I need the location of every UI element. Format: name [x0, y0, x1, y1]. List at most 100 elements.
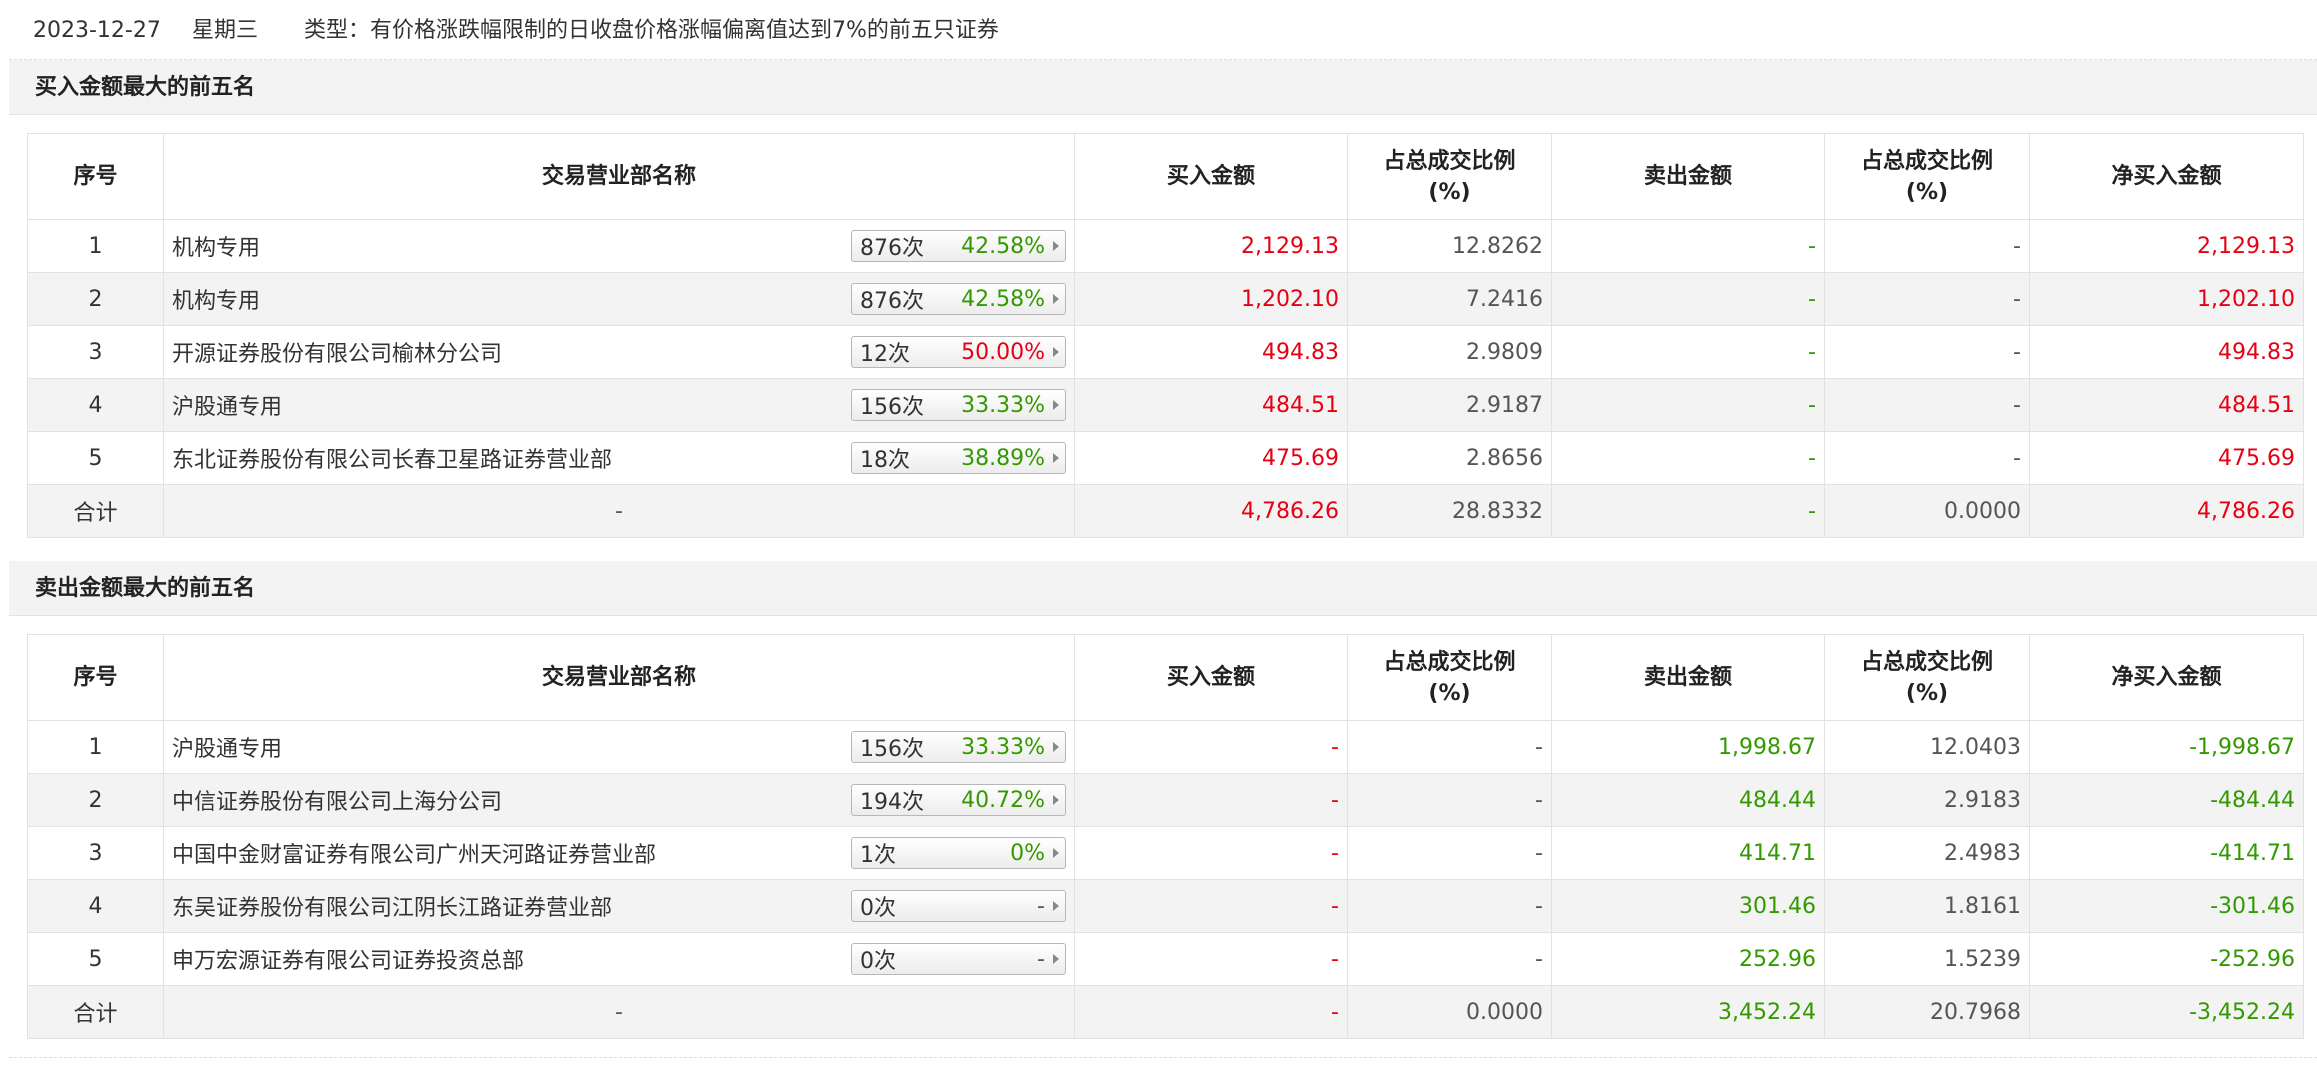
- buy-amount: -: [1074, 720, 1348, 774]
- dept-stats-button[interactable]: 12次 50.00%: [851, 336, 1066, 368]
- dept-name-link[interactable]: 申万宏源证券有限公司证券投资总部: [172, 943, 524, 975]
- row-index: 4: [27, 879, 164, 933]
- dept-name-link[interactable]: 开源证券股份有限公司榆林分公司: [172, 336, 502, 368]
- dept-stats-button[interactable]: 876次 42.58%: [851, 283, 1066, 315]
- caret-right-icon: [1053, 241, 1059, 251]
- sell-ratio: 1.5239: [1824, 932, 2030, 986]
- dept-stats-button[interactable]: 1次 0%: [851, 837, 1066, 869]
- bottom-divider: [9, 1057, 2317, 1058]
- total-buy-ratio: 0.0000: [1347, 985, 1552, 1039]
- sell-amount: -: [1551, 272, 1825, 326]
- buy-ratio: 2.9809: [1347, 325, 1552, 379]
- buy-ratio: 2.9187: [1347, 378, 1552, 432]
- row-index: 5: [27, 431, 164, 485]
- dept-cell: 申万宏源证券有限公司证券投资总部 0次 -: [163, 932, 1075, 986]
- dept-cell: 机构专用 876次 42.58%: [163, 272, 1075, 326]
- dept-stats-button[interactable]: 18次 38.89%: [851, 442, 1066, 474]
- row-index: 2: [27, 272, 164, 326]
- col-sell: 卖出金额: [1551, 133, 1825, 220]
- col-buy-ratio: 占总成交比例 (%): [1347, 133, 1552, 220]
- dept-name-link[interactable]: 中国中金财富证券有限公司广州天河路证券营业部: [172, 837, 656, 869]
- win-rate: 40.72%: [961, 787, 1045, 813]
- buy-top5-table: 序号 交易营业部名称 买入金额 占总成交比例 (%) 卖出金额 占总成交比例 (%)…: [27, 133, 2304, 538]
- caret-right-icon: [1053, 453, 1059, 463]
- net-amount: 475.69: [2029, 431, 2304, 485]
- listing-count: 194次: [860, 790, 924, 815]
- buy-ratio: 7.2416: [1347, 272, 1552, 326]
- caret-right-icon: [1053, 901, 1059, 911]
- total-row: 合计 -4,786.26 28.8332-0.0000 4,786.26: [27, 484, 2304, 538]
- sell-amount: 301.46: [1551, 879, 1825, 933]
- sell-ratio: 2.9183: [1824, 773, 2030, 827]
- row-index: 1: [27, 219, 164, 273]
- dept-stats-button[interactable]: 194次 40.72%: [851, 784, 1066, 816]
- sell-amount: 252.96: [1551, 932, 1825, 986]
- dept-stats-button[interactable]: 156次 33.33%: [851, 731, 1066, 763]
- caret-right-icon: [1053, 848, 1059, 858]
- dept-stats-button[interactable]: 0次 -: [851, 890, 1066, 922]
- dept-name-link[interactable]: 机构专用: [172, 283, 260, 315]
- row-index: 5: [27, 932, 164, 986]
- buy-amount: -: [1074, 826, 1348, 880]
- dept-name-link[interactable]: 沪股通专用: [172, 389, 282, 421]
- table-row: 1 机构专用 876次 42.58% 2,129.13 12.8262- -2,129.13: [27, 219, 2304, 273]
- net-amount: 494.83: [2029, 325, 2304, 379]
- total-sell: -: [1551, 484, 1825, 538]
- table-row: 3 开源证券股份有限公司榆林分公司 12次 50.00% 494.83 2.9809- -4…: [27, 325, 2304, 379]
- total-sell-ratio: 20.7968: [1824, 985, 2030, 1039]
- total-buy: -: [1074, 985, 1348, 1039]
- win-rate: 33.33%: [961, 734, 1045, 760]
- col-buy: 买入金额: [1074, 133, 1348, 220]
- net-amount: -301.46: [2029, 879, 2304, 933]
- dept-name-link[interactable]: 东吴证券股份有限公司江阴长江路证券营业部: [172, 890, 612, 922]
- caret-right-icon: [1053, 294, 1059, 304]
- col-buy-ratio: 占总成交比例 (%): [1347, 634, 1552, 721]
- net-amount: 2,129.13: [2029, 219, 2304, 273]
- sell-amount: 1,998.67: [1551, 720, 1825, 774]
- trade-date: 2023-12-27: [33, 18, 161, 43]
- row-index: 3: [27, 325, 164, 379]
- sell-ratio: 2.4983: [1824, 826, 2030, 880]
- dept-stats-button[interactable]: 0次 -: [851, 943, 1066, 975]
- total-label: 合计: [27, 985, 164, 1039]
- dept-cell: 东吴证券股份有限公司江阴长江路证券营业部 0次 -: [163, 879, 1075, 933]
- total-row: 合计 - -0.0000 3,452.24 20.7968 -3,452.24: [27, 985, 2304, 1039]
- table-row: 5 申万宏源证券有限公司证券投资总部 0次 - - -252.96 1.5239 -252.9…: [27, 932, 2304, 986]
- buy-ratio: -: [1347, 879, 1552, 933]
- dept-stats-button[interactable]: 876次 42.58%: [851, 230, 1066, 262]
- listing-count: 0次: [860, 896, 896, 921]
- listing-count: 156次: [860, 395, 924, 420]
- weekday: 星期三: [192, 18, 259, 43]
- buy-ratio: -: [1347, 720, 1552, 774]
- dept-name-link[interactable]: 沪股通专用: [172, 731, 282, 763]
- buy-amount: -: [1074, 932, 1348, 986]
- table-row: 2 机构专用 876次 42.58% 1,202.10 7.2416- -1,202.10: [27, 272, 2304, 326]
- table-row: 5 东北证券股份有限公司长春卫星路证券营业部 18次 38.89% 475.69 2.86…: [27, 431, 2304, 485]
- table-header-row: 序号 交易营业部名称 买入金额 占总成交比例 (%) 卖出金额 占总成交比例 (%)…: [27, 634, 2304, 721]
- col-idx: 序号: [27, 634, 164, 721]
- dept-cell: 东北证券股份有限公司长春卫星路证券营业部 18次 38.89%: [163, 431, 1075, 485]
- net-amount: 1,202.10: [2029, 272, 2304, 326]
- dept-cell: 沪股通专用 156次 33.33%: [163, 378, 1075, 432]
- col-idx: 序号: [27, 133, 164, 220]
- lhb-page: 2023-12-27 星期三 类型：有价格涨跌幅限制的日收盘价格涨幅偏离值达到7…: [0, 0, 2317, 1065]
- row-index: 3: [27, 826, 164, 880]
- dept-stats-button[interactable]: 156次 33.33%: [851, 389, 1066, 421]
- total-net: -3,452.24: [2029, 985, 2304, 1039]
- col-sell-ratio: 占总成交比例 (%): [1824, 133, 2030, 220]
- sell-ratio: -: [1824, 219, 2030, 273]
- sell-amount: -: [1551, 219, 1825, 273]
- sell-top5-table: 序号 交易营业部名称 买入金额 占总成交比例 (%) 卖出金额 占总成交比例 (%)…: [27, 634, 2304, 1039]
- buy-amount: 475.69: [1074, 431, 1348, 485]
- buy-amount: 494.83: [1074, 325, 1348, 379]
- buy-amount: 1,202.10: [1074, 272, 1348, 326]
- list-type: 类型：有价格涨跌幅限制的日收盘价格涨幅偏离值达到7%的前五只证券: [304, 18, 999, 43]
- caret-right-icon: [1053, 742, 1059, 752]
- dept-name-link[interactable]: 机构专用: [172, 230, 260, 262]
- buy-section-title: 买入金额最大的前五名: [9, 60, 2317, 115]
- net-amount: -414.71: [2029, 826, 2304, 880]
- sell-ratio: -: [1824, 272, 2030, 326]
- dept-name-link[interactable]: 中信证券股份有限公司上海分公司: [172, 784, 502, 816]
- dept-name-link[interactable]: 东北证券股份有限公司长春卫星路证券营业部: [172, 442, 612, 474]
- caret-right-icon: [1053, 347, 1059, 357]
